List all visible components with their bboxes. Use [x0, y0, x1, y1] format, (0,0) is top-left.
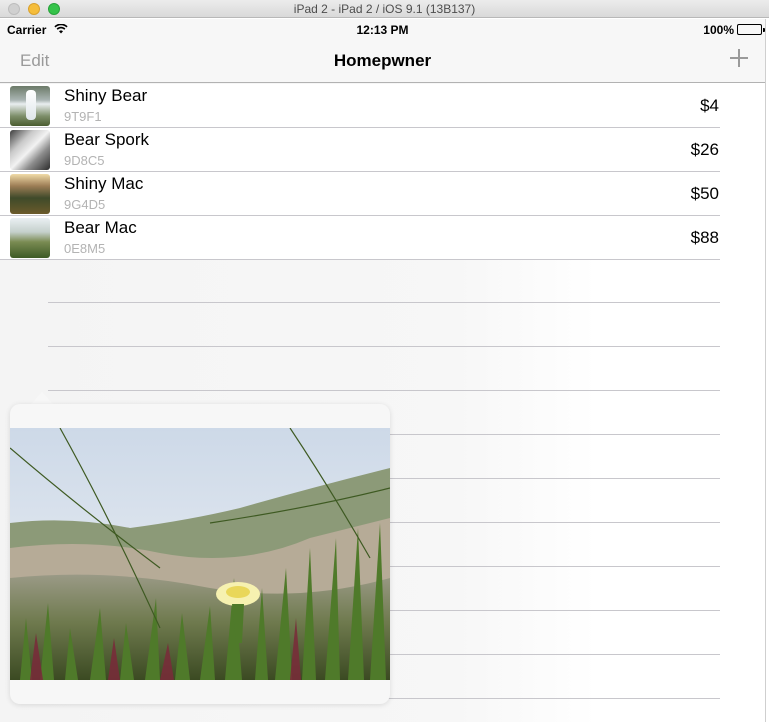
item-name: Shiny Bear [64, 86, 148, 105]
item-value: $88 [690, 228, 719, 247]
empty-row-separator [48, 302, 720, 303]
item-thumbnail[interactable] [10, 174, 50, 214]
item-name: Bear Spork [64, 130, 150, 149]
item-serial: 9G4D5 [64, 197, 106, 212]
item-thumbnail[interactable] [10, 218, 50, 258]
status-time: 12:13 PM [356, 23, 409, 37]
table-row[interactable]: Shiny Mac 9G4D5 $50 [0, 172, 720, 216]
status-bar: Carrier 12:13 PM 100% [0, 19, 765, 39]
item-thumbnail[interactable] [10, 86, 50, 126]
item-value: $4 [700, 96, 719, 115]
item-serial: 9D8C5 [64, 153, 105, 168]
flower-photo [10, 428, 390, 680]
table-row[interactable]: Shiny Bear 9T9F1 $4 [0, 84, 720, 128]
table-row[interactable]: Bear Mac 0E8M5 $88 [0, 216, 720, 260]
item-name: Shiny Mac [64, 174, 144, 193]
item-name: Bear Mac [64, 218, 137, 237]
item-serial: 9T9F1 [64, 109, 102, 124]
image-popover[interactable] [10, 404, 390, 704]
items-table[interactable]: Shiny Bear 9T9F1 $4 Bear Spork 9D8C5 $26… [0, 84, 720, 260]
battery-percentage: 100% [703, 23, 734, 37]
simulator-title-bar: iPad 2 - iPad 2 / iOS 9.1 (13B137) [0, 0, 769, 18]
empty-row-separator [48, 390, 720, 391]
item-value: $50 [690, 184, 719, 203]
plus-icon[interactable] [728, 47, 750, 69]
item-value: $26 [690, 140, 719, 159]
item-serial: 0E8M5 [64, 241, 106, 256]
battery-icon [737, 24, 765, 35]
empty-row-separator [48, 346, 720, 347]
table-row[interactable]: Bear Spork 9D8C5 $26 [0, 128, 720, 172]
nav-title: Homepwner [333, 51, 432, 70]
navigation-bar: Edit Homepwner [0, 39, 765, 83]
window-right-edge [765, 19, 769, 722]
ipad-screen: Carrier 12:13 PM 100% Edit Homepwner Shi… [0, 19, 765, 722]
window-title: iPad 2 - iPad 2 / iOS 9.1 (13B137) [293, 2, 476, 16]
item-thumbnail[interactable] [10, 130, 50, 170]
